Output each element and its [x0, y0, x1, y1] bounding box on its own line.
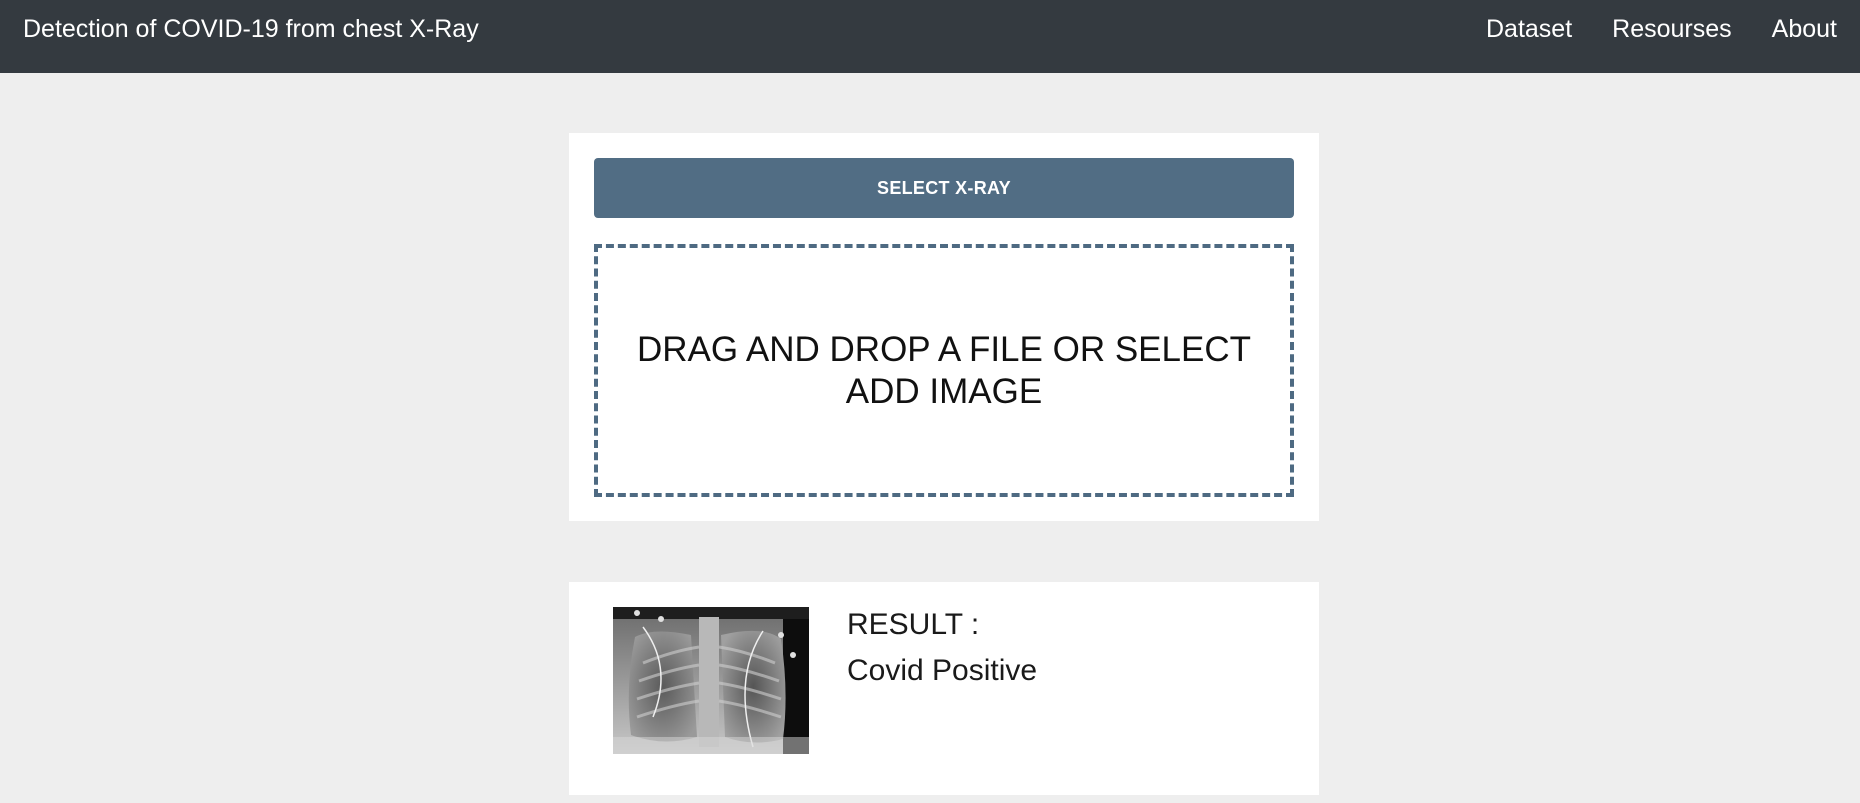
nav-link-resources[interactable]: Resourses [1612, 15, 1732, 44]
nav-link-about[interactable]: About [1772, 15, 1837, 44]
top-navbar: Detection of COVID-19 from chest X-Ray D… [0, 0, 1860, 73]
result-card: RESULT : Covid Positive [569, 582, 1319, 795]
nav-link-dataset[interactable]: Dataset [1486, 15, 1572, 44]
dropzone-instruction: DRAG AND DROP A FILE OR SELECT ADD IMAGE [637, 329, 1251, 411]
nav-links: Dataset Resourses About [1486, 15, 1837, 44]
brand-title[interactable]: Detection of COVID-19 from chest X-Ray [23, 15, 479, 44]
xray-image-icon [613, 607, 809, 754]
file-dropzone[interactable]: DRAG AND DROP A FILE OR SELECT ADD IMAGE [594, 244, 1294, 497]
chest-xray-thumbnail [613, 607, 809, 754]
result-value: Covid Positive [847, 654, 1038, 687]
result-label: RESULT : [847, 608, 980, 641]
upload-card: SELECT X-RAY DRAG AND DROP A FILE OR SEL… [569, 133, 1319, 521]
select-xray-button[interactable]: SELECT X-RAY [594, 158, 1294, 218]
